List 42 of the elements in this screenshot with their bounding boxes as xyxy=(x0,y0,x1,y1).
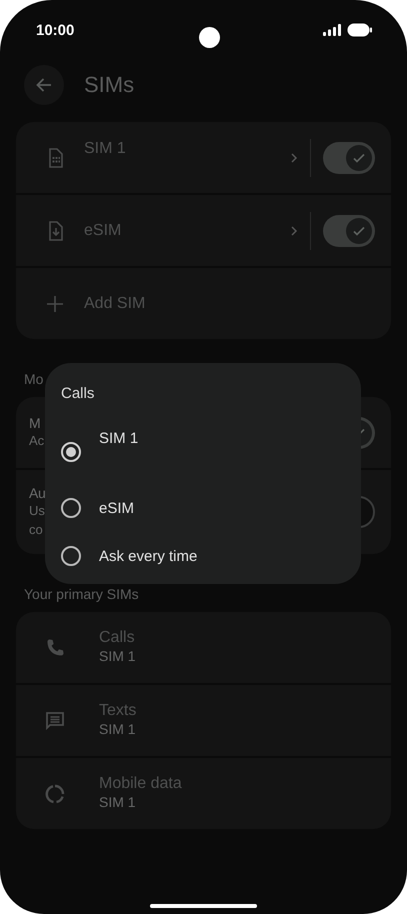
radio-option[interactable]: eSIM xyxy=(61,484,345,532)
signal-icon xyxy=(323,24,341,36)
row-subtitle: SIM 1 xyxy=(99,720,136,739)
row-subtitle: SIM 1 xyxy=(99,793,136,812)
row-title: eSIM xyxy=(84,222,122,240)
radio-button[interactable] xyxy=(61,546,81,566)
chevron-right-icon xyxy=(290,224,298,236)
row-subtitle: co xyxy=(29,521,43,539)
toggle-switch[interactable] xyxy=(323,142,375,174)
sim-row[interactable]: Add SIM xyxy=(16,268,391,339)
battery-icon xyxy=(347,23,373,37)
settings-row[interactable]: Calls SIM 1 xyxy=(16,612,391,683)
camera-dot xyxy=(199,26,220,48)
row-title: Calls xyxy=(99,629,135,647)
row-subtitle: SIM 1 xyxy=(99,647,136,666)
row-title: M xyxy=(29,415,40,431)
row-title: Mobile data xyxy=(99,775,182,793)
dialog-title: Calls xyxy=(61,385,96,402)
row-subtitle: Ac xyxy=(29,432,44,450)
sim-row[interactable]: SIM 1 xyxy=(16,122,391,193)
toggle-switch[interactable] xyxy=(323,214,375,246)
back-button[interactable] xyxy=(24,65,64,105)
row-title: SIM 1 xyxy=(84,140,127,158)
option-label: Ask every time xyxy=(99,548,198,564)
radio-button[interactable] xyxy=(61,442,81,462)
row-title: Au xyxy=(29,485,46,501)
row-title: Texts xyxy=(99,702,136,720)
radio-button[interactable] xyxy=(61,498,81,518)
chevron-right-icon xyxy=(290,152,298,164)
sim-row[interactable]: eSIM xyxy=(16,195,391,266)
section-title: Mo xyxy=(24,371,44,387)
row-subtitle: Us xyxy=(29,502,45,520)
option-label: eSIM xyxy=(99,500,134,516)
radio-option[interactable]: SIM 1 xyxy=(61,422,345,482)
row-title: Add SIM xyxy=(84,294,146,312)
page-title: SIMs xyxy=(84,72,134,98)
option-label: SIM 1 xyxy=(99,430,138,447)
radio-option[interactable]: Ask every time xyxy=(61,532,345,580)
settings-row[interactable]: Texts SIM 1 xyxy=(16,685,391,756)
section-title: Your primary SIMs xyxy=(24,586,139,602)
settings-row[interactable]: Mobile data SIM 1 xyxy=(16,758,391,829)
status-time: 10:00 xyxy=(36,22,76,38)
